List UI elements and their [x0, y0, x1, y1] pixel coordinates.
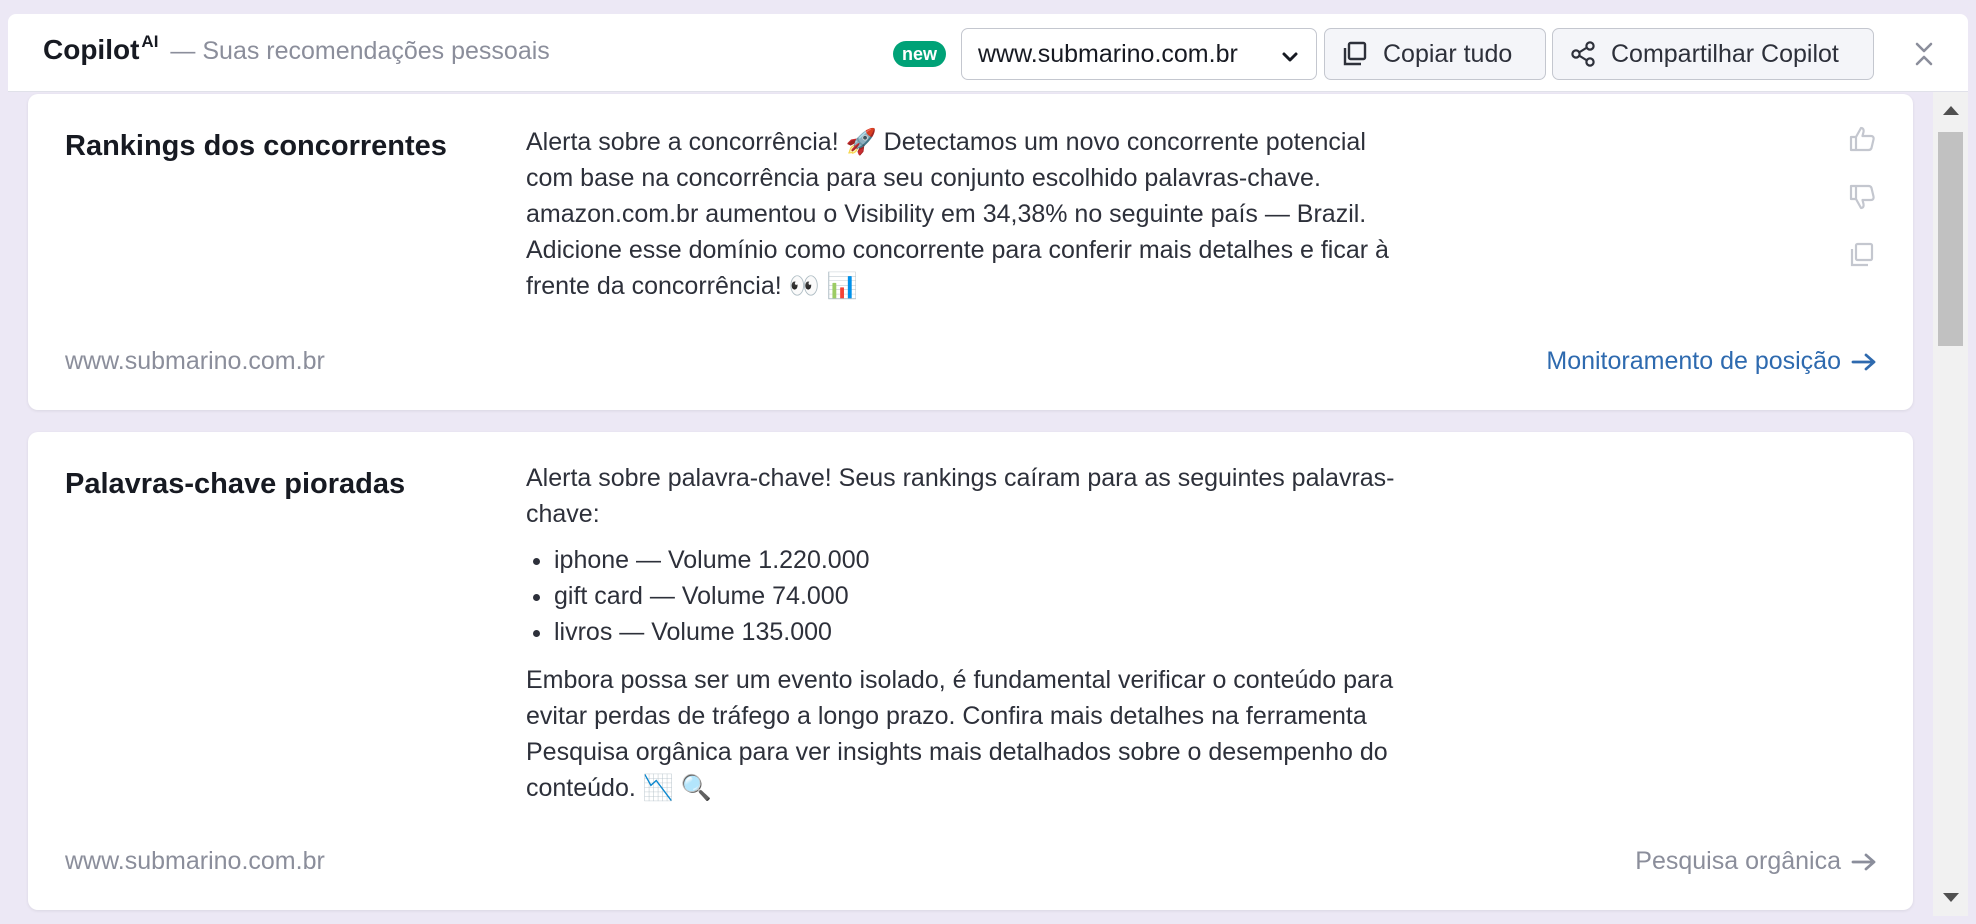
position-tracking-link[interactable]: Monitoramento de posição: [1546, 347, 1877, 376]
title-text: Copilot: [43, 34, 140, 65]
recommendation-card: Palavras-chave pioradas Alerta sobre pal…: [28, 432, 1913, 910]
list-item: iphone — Volume 1.220.000: [554, 542, 1416, 578]
feedback-actions: [1845, 122, 1879, 296]
scroll-down-arrow-icon[interactable]: [1943, 893, 1959, 902]
copy-all-button[interactable]: Copiar tudo: [1324, 28, 1546, 80]
vertical-scrollbar[interactable]: [1933, 92, 1968, 916]
card-title: Rankings dos concorrentes: [65, 130, 447, 162]
recommendation-card: Rankings dos concorrentes Alerta sobre a…: [28, 94, 1913, 410]
card-title: Palavras-chave pioradas: [65, 468, 406, 500]
page-title: Copilot AI — Suas recomendações pessoais: [43, 32, 550, 66]
card-outro: Embora possa ser um evento isolado, é fu…: [526, 666, 1394, 802]
domain-select-value: www.submarino.com.br: [978, 39, 1238, 68]
thumbs-up-icon[interactable]: [1845, 122, 1879, 156]
share-icon: [1569, 40, 1597, 68]
scrollbar-thumb[interactable]: [1938, 132, 1963, 346]
thumbs-down-icon[interactable]: [1845, 180, 1879, 214]
recommendations-list: Rankings dos concorrentes Alerta sobre a…: [8, 92, 1933, 916]
keyword-list: iphone — Volume 1.220.000 gift card — Vo…: [554, 542, 1416, 650]
card-body: Alerta sobre palavra-chave! Seus ranking…: [526, 460, 1416, 806]
copilot-window: Copilot AI — Suas recomendações pessoais …: [0, 0, 1976, 924]
copy-card-icon[interactable]: [1845, 238, 1879, 272]
collapse-icon[interactable]: [1908, 38, 1940, 70]
card-link-label: Pesquisa orgânica: [1635, 847, 1841, 875]
copy-all-label: Copiar tudo: [1383, 39, 1513, 68]
list-item: gift card — Volume 74.000: [554, 578, 1416, 614]
title-ai-superscript: AI: [141, 32, 159, 51]
card-body: Alerta sobre a concorrência! 🚀 Detectamo…: [526, 128, 1389, 300]
card-link-label: Monitoramento de posição: [1546, 347, 1841, 375]
card-intro: Alerta sobre palavra-chave! Seus ranking…: [526, 464, 1395, 528]
copilot-header: Copilot AI — Suas recomendações pessoais …: [8, 14, 1968, 92]
arrow-right-icon: [1851, 352, 1877, 372]
card-domain: www.submarino.com.br: [65, 847, 325, 875]
chevron-down-icon: [1280, 45, 1300, 74]
copy-icon: [1341, 40, 1369, 68]
card-domain: www.submarino.com.br: [65, 347, 325, 375]
domain-select[interactable]: www.submarino.com.br: [961, 28, 1317, 80]
arrow-right-icon: [1851, 852, 1877, 872]
share-copilot-button[interactable]: Compartilhar Copilot: [1552, 28, 1874, 80]
list-item: livros — Volume 135.000: [554, 614, 1416, 650]
organic-research-link[interactable]: Pesquisa orgânica: [1635, 847, 1877, 876]
share-copilot-label: Compartilhar Copilot: [1611, 39, 1839, 68]
scroll-up-arrow-icon[interactable]: [1943, 106, 1959, 115]
new-badge: new: [893, 41, 947, 67]
page-subtitle: — Suas recomendações pessoais: [170, 37, 550, 65]
